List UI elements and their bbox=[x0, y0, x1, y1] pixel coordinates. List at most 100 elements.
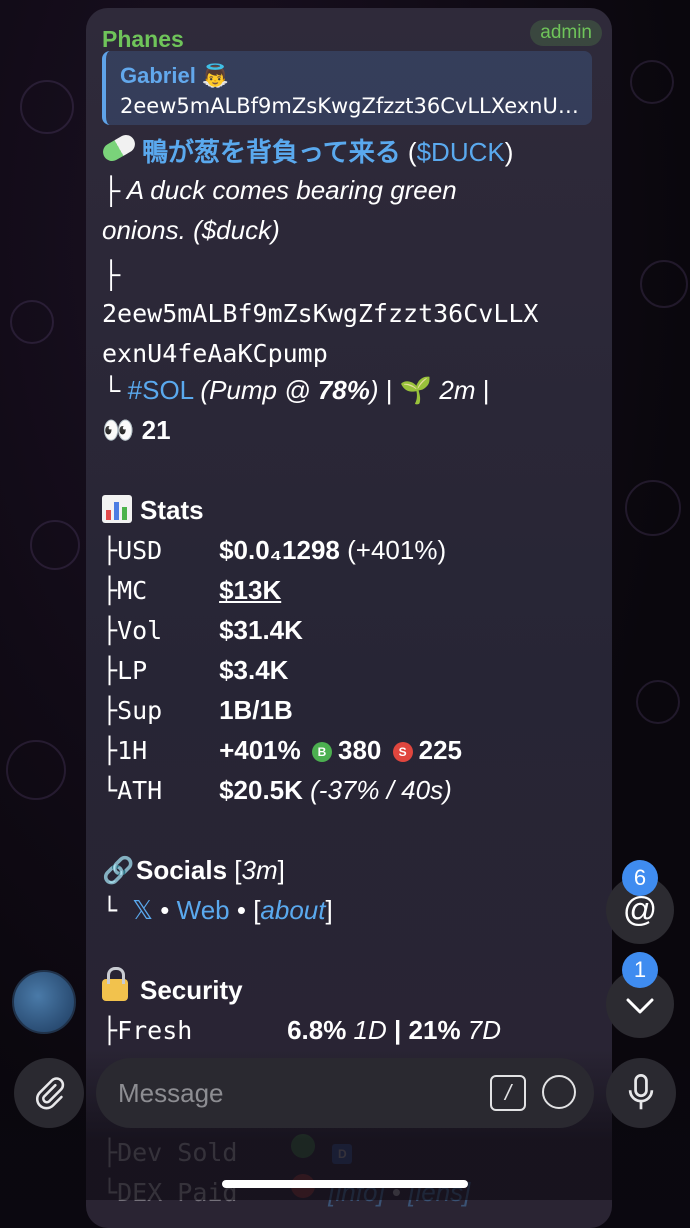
security-key: Fresh bbox=[117, 1016, 193, 1045]
reply-text: 2eew5mALBf9mZsKwgZfzzt36CvLLXexnU4feAaKC… bbox=[120, 94, 580, 118]
stat-key: 1H bbox=[117, 736, 148, 765]
ticker-open: ( bbox=[400, 137, 417, 167]
microphone-icon bbox=[628, 1074, 654, 1110]
socials-links: └ 𝕏 • Web • [about] bbox=[102, 894, 333, 927]
watchers-line: 👀 21 bbox=[102, 414, 171, 446]
stat-key: LP bbox=[117, 656, 148, 685]
stat-row-vol: ├Vol $31.4K bbox=[102, 614, 303, 647]
age-open: [ bbox=[227, 855, 242, 885]
fresh-7d-value: 21% bbox=[408, 1015, 461, 1045]
ticker-close: ) bbox=[504, 137, 514, 167]
eyes-icon: 👀 bbox=[102, 415, 135, 445]
message-composer[interactable]: / bbox=[96, 1058, 594, 1128]
watchers-count: 21 bbox=[141, 415, 171, 445]
ath-extra: (-37% / 40s) bbox=[310, 775, 452, 805]
stat-value: $31.4K bbox=[219, 615, 303, 645]
socials-title: Socials bbox=[136, 855, 228, 885]
tree-branch: ├ bbox=[102, 736, 118, 765]
separator: | bbox=[378, 375, 400, 405]
message-input[interactable] bbox=[116, 1072, 480, 1114]
fresh-1d-label: 1D bbox=[346, 1015, 387, 1045]
contract-address-line1[interactable]: 2eew5mALBf9mZsKwgZfzzt36CvLLX bbox=[102, 298, 539, 330]
admin-badge: admin bbox=[530, 20, 602, 46]
about-close: ] bbox=[325, 895, 333, 925]
message-bubble[interactable]: Phanes admin Gabriel 👼 2eew5mALBf9mZsKwg… bbox=[86, 8, 612, 1228]
security-header: Security bbox=[102, 967, 243, 1006]
stat-row-ath: └ATH $20.5K (-37% / 40s) bbox=[102, 774, 452, 807]
tree-branch: ├ bbox=[102, 656, 118, 685]
chevron-down-icon bbox=[626, 998, 654, 1014]
description-text-1: A duck comes bearing green bbox=[126, 175, 457, 205]
token-name-link[interactable]: 鴨が葱を背負って来る bbox=[142, 137, 401, 167]
unread-count-badge: 1 bbox=[622, 952, 658, 988]
contract-address-line2[interactable]: exnU4feAaKCpump bbox=[102, 338, 328, 370]
fresh-1d-value: 6.8% bbox=[287, 1015, 347, 1045]
sender-name[interactable]: Phanes bbox=[102, 26, 184, 53]
tree-branch: ├ bbox=[102, 576, 118, 605]
chain-hashtag[interactable]: #SOL bbox=[128, 375, 194, 405]
description-line2: onions. ($duck) bbox=[102, 215, 280, 245]
separator-2: | bbox=[475, 375, 490, 405]
sprout-icon: 🌱 bbox=[399, 375, 433, 405]
bullet-2: • bbox=[229, 895, 254, 925]
sell-icon: S bbox=[392, 742, 413, 762]
stat-value: 1B/1B bbox=[219, 695, 293, 725]
bullet: • bbox=[153, 895, 177, 925]
stat-value: $0.0₄1298 bbox=[219, 535, 340, 565]
chain-line: └ #SOL (Pump @ 78%) | 🌱 2m | bbox=[102, 374, 489, 406]
reply-author: Gabriel 👼 bbox=[120, 63, 230, 88]
stats-title: Stats bbox=[140, 495, 204, 525]
x-link[interactable]: 𝕏 bbox=[132, 895, 153, 925]
buy-count: 380 bbox=[337, 735, 382, 765]
stat-key: Sup bbox=[117, 696, 163, 725]
reply-preview[interactable]: Gabriel 👼 2eew5mALBf9mZsKwgZfzzt36CvLLXe… bbox=[102, 51, 592, 125]
pill-icon bbox=[99, 131, 139, 165]
buy-icon: B bbox=[311, 742, 332, 762]
tree-branch: ├ bbox=[102, 536, 118, 565]
bar-chart-icon bbox=[102, 495, 132, 523]
at-icon: @ bbox=[622, 891, 658, 929]
stats-header: Stats bbox=[102, 494, 204, 526]
stat-row-lp: ├LP $3.4K bbox=[102, 654, 288, 687]
home-indicator[interactable] bbox=[222, 1180, 468, 1188]
tree-branch: ├ bbox=[102, 1016, 118, 1045]
fresh-7d-label: 7D bbox=[460, 1015, 502, 1045]
stat-key: USD bbox=[117, 536, 163, 565]
sender-avatar[interactable] bbox=[12, 970, 76, 1034]
lock-icon bbox=[102, 967, 128, 1001]
stat-row-mc: ├MC $13K bbox=[102, 574, 281, 607]
pump-percent: 78% bbox=[317, 375, 370, 405]
separator: | bbox=[386, 1015, 409, 1045]
age-close: ] bbox=[277, 855, 285, 885]
tree-end: └ bbox=[102, 896, 133, 925]
mentions-count-badge: 6 bbox=[622, 860, 658, 896]
sell-count: 225 bbox=[418, 735, 462, 765]
stat-key: ATH bbox=[117, 776, 163, 805]
market-cap-link[interactable]: $13K bbox=[219, 575, 281, 605]
security-title: Security bbox=[140, 975, 243, 1005]
sticker-icon[interactable] bbox=[542, 1075, 576, 1109]
stat-value: $20.5K bbox=[219, 775, 303, 805]
stat-value: +401% bbox=[219, 735, 301, 765]
stat-row-1h: ├1H +401% B 380 S 225 bbox=[102, 734, 462, 767]
ticker-link[interactable]: $DUCK bbox=[417, 137, 505, 167]
stat-value: $3.4K bbox=[219, 655, 289, 685]
mic-button[interactable] bbox=[606, 1058, 676, 1128]
address-prefix: ├ bbox=[102, 259, 121, 289]
about-link[interactable]: about bbox=[260, 895, 325, 925]
commands-button[interactable]: / bbox=[490, 1075, 526, 1111]
token-title-line: 鴨が葱を背負って来る ($DUCK) bbox=[99, 131, 514, 168]
stat-key: MC bbox=[117, 576, 148, 605]
tree-end: └ bbox=[102, 776, 118, 805]
socials-header: 🔗Socials [3m] bbox=[102, 854, 285, 886]
stat-row-usd: ├USD $0.0₄1298 (+401%) bbox=[102, 534, 446, 567]
stat-extra: (+401%) bbox=[339, 535, 447, 565]
attach-button[interactable] bbox=[14, 1058, 84, 1128]
description-line1: ├ A duck comes bearing green bbox=[102, 174, 457, 206]
socials-age: 3m bbox=[241, 855, 278, 885]
paperclip-icon bbox=[35, 1077, 65, 1110]
tree-branch: ├ bbox=[102, 175, 127, 205]
tree-branch: ├ bbox=[102, 696, 118, 725]
web-link[interactable]: Web bbox=[177, 895, 230, 925]
security-row-fresh: ├Fresh 6.8% 1D | 21% 7D bbox=[102, 1014, 501, 1047]
